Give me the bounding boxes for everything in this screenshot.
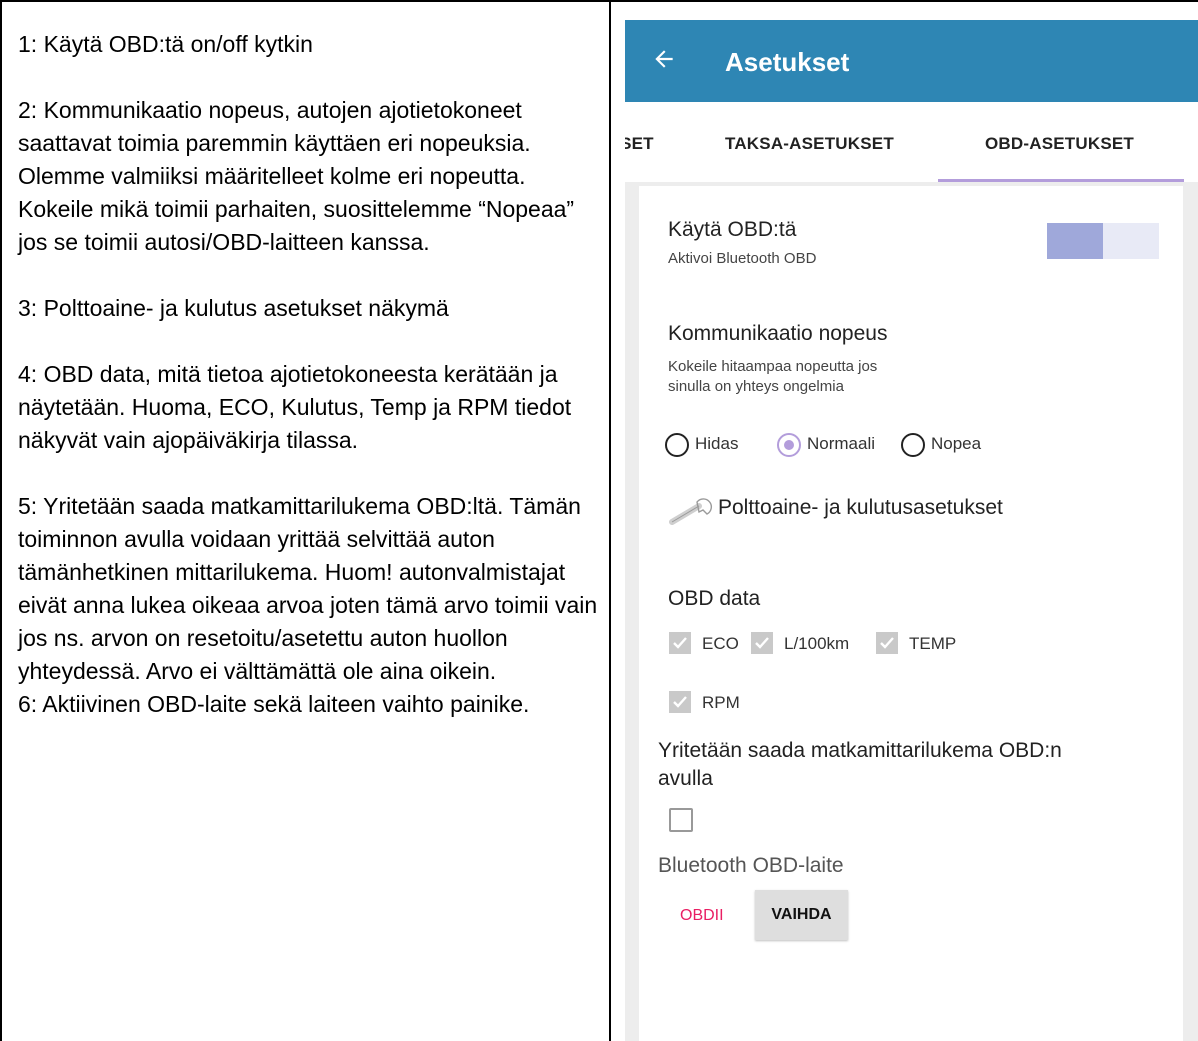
notes-column: 1: Käytä OBD:tä on/off kytkin 2: Kommuni… [18,28,598,721]
checkbox-l100km[interactable] [751,632,773,654]
fuel-settings-link[interactable]: Polttoaine- ja kulutusasetukset [718,496,1003,520]
radio-circle-checked [777,433,801,457]
note-6: 6: Aktiivinen OBD-laite sekä laiteen vai… [18,691,530,717]
radio-label: Nopea [931,434,982,453]
radio-dot [784,440,794,450]
checkbox-label-l100km: L/100km [784,634,850,653]
frame-left-border [0,0,2,1041]
frame-top-border [0,0,1198,2]
use-obd-subtitle: Aktivoi Bluetooth OBD [668,250,817,267]
note-3: 3: Polttoaine- ja kulutus asetukset näky… [18,295,449,321]
page-title: Asetukset [725,47,850,77]
checkbox-label-eco: ECO [702,634,739,653]
radio-circle [665,433,689,457]
note-2: 2: Kommunikaatio nopeus, autojen ajotiet… [18,97,575,255]
radio-label: Normaali [807,434,876,453]
check-icon [673,696,687,708]
speed-title: Kommunikaatio nopeus [668,322,888,345]
note-5: 5: Yritetään saada matkamittarilukema OB… [18,493,598,684]
odometer-title-1: Yritetään saada matkamittarilukema OBD:n [658,739,1062,762]
app-bar: Asetukset [625,20,1198,102]
tab-taksa-asetukset[interactable]: TAKSA-ASETUKSET [725,134,894,154]
checkbox-label-temp: TEMP [909,634,957,653]
check-icon [755,637,769,649]
checkbox-eco[interactable] [669,632,691,654]
use-obd-title: Käytä OBD:tä [668,218,797,241]
use-obd-switch[interactable] [1047,223,1159,259]
check-icon [880,637,894,649]
speed-subtitle-2: sinulla on yhteys ongelmia [668,378,844,395]
note-4: 4: OBD data, mitä tietoa ajotietokoneest… [18,361,572,453]
note-1: 1: Käytä OBD:tä on/off kytkin [18,31,313,57]
bt-device-title: Bluetooth OBD-laite [658,854,844,877]
checkbox-temp[interactable] [876,632,898,654]
tab-obd-asetukset[interactable]: OBD-ASETUKSET [985,134,1134,154]
phone-screen: Asetukset ɪSET TAKSA-ASETUKSET OBD-ASETU… [625,20,1198,1041]
change-device-button[interactable]: VAIHDA [755,890,848,940]
speed-subtitle-1: Kokeile hitaampaa nopeutta jos [668,358,878,375]
odometer-checkbox[interactable] [669,808,693,832]
radio-label: Hidas [695,434,739,453]
tab-bar: ɪSET TAKSA-ASETUKSET OBD-ASETUKSET [625,102,1198,182]
wrench-icon [669,498,713,525]
frame-column-divider [609,0,611,1041]
tab-partial[interactable]: ɪSET [625,134,654,154]
arrow-left-icon[interactable] [651,46,677,72]
radio-circle [901,433,925,457]
check-icon [673,637,687,649]
checkbox-rpm[interactable] [669,691,691,713]
odometer-title-2: avulla [658,767,713,790]
switch-thumb [1047,223,1103,259]
obd-data-title: OBD data [668,587,761,610]
bt-device-name: OBDII [680,907,724,924]
checkbox-label-rpm: RPM [702,693,740,712]
